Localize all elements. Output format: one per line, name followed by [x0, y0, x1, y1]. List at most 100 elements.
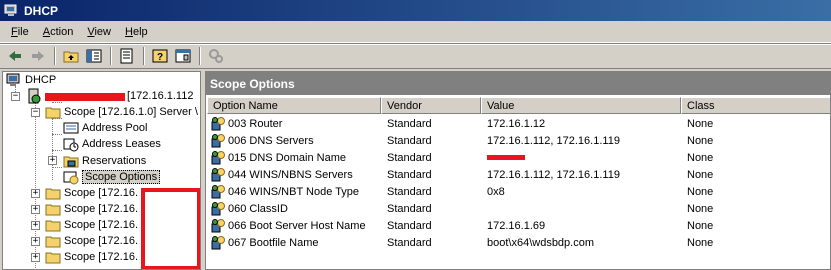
tree-item-label: Scope [172.16.1.0] Server \ [64, 106, 198, 118]
menu-mnemonic: A [42, 25, 51, 38]
folder-icon [45, 204, 61, 216]
cell-class: None [687, 185, 714, 198]
menu-help[interactable]: Help [118, 26, 155, 38]
svg-text:?: ? [157, 52, 163, 63]
column-header-class[interactable]: Class [681, 97, 830, 114]
cell-vendor: Standard [387, 236, 432, 249]
expand-toggle[interactable]: + [31, 237, 40, 246]
tree-item-scope-options[interactable]: Scope Options [63, 169, 161, 185]
toolbar-separator [199, 47, 201, 65]
tree-item-scope[interactable]: Scope [172.16. [45, 185, 138, 201]
collapse-toggle[interactable]: − [11, 92, 20, 101]
export-list-icon[interactable] [116, 45, 138, 67]
tree-item-label: Address Leases [82, 138, 161, 150]
table-row[interactable]: 046 WINS/NBT Node Type Standard 0x8 None [206, 183, 830, 200]
toolbar-separator [143, 47, 145, 65]
tree-line [52, 134, 62, 135]
option-icon [211, 201, 225, 215]
help-icon[interactable]: ? [149, 45, 171, 67]
table-row[interactable]: 006 DNS Servers Standard 172.16.1.112, 172… [206, 132, 830, 149]
table-row[interactable]: 044 WINS/NBNS Servers Standard 172.16.1.11… [206, 166, 830, 183]
menu-action[interactable]: Action [36, 26, 81, 38]
option-name-text: 006 DNS Servers [228, 134, 314, 147]
cell-option-name: 003 Router [210, 115, 282, 132]
menu-mnemonic: F [11, 25, 18, 38]
show-hide-tree-icon[interactable] [83, 45, 105, 67]
expand-toggle[interactable]: + [48, 156, 57, 165]
cell-value: 172.16.1.69 [487, 219, 546, 232]
server-action-icon[interactable] [205, 45, 227, 67]
tree-item-scope[interactable]: Scope [172.16. [45, 201, 138, 217]
cell-vendor: Standard [387, 202, 432, 215]
forward-arrow-icon[interactable] [27, 45, 49, 67]
cell-class: None [687, 151, 714, 164]
tree-item-address-leases[interactable]: Address Leases [63, 136, 161, 152]
folder-icon [45, 107, 61, 119]
tree-item-reservations[interactable]: Reservations [63, 153, 146, 169]
redacted-value [487, 155, 525, 160]
option-icon [211, 184, 225, 198]
menu-label-rest: ile [17, 25, 29, 38]
cell-class: None [687, 219, 714, 232]
table-row[interactable]: 003 Router Standard 172.16.1.12 None [206, 115, 830, 132]
option-name-text: 044 WINS/NBNS Servers [228, 168, 353, 181]
option-icon [211, 116, 225, 130]
option-icon [211, 167, 225, 181]
folder-icon [45, 220, 61, 232]
table-row[interactable]: 066 Boot Server Host Name Standard 172.16.… [206, 217, 830, 234]
folder-icon [45, 236, 61, 248]
tree-line [52, 118, 53, 180]
menu-file[interactable]: File [4, 26, 36, 38]
details-pane-title: Scope Options [206, 72, 830, 95]
option-icon [211, 150, 225, 164]
dhcp-root-icon [6, 73, 20, 86]
menu-mnemonic: H [125, 25, 133, 38]
cell-option-name: 067 Bootfile Name [210, 234, 319, 251]
server-address-label: [172.16.1.112 [127, 90, 194, 102]
back-arrow-icon[interactable] [4, 45, 26, 67]
expand-toggle[interactable]: + [31, 221, 40, 230]
option-name-text: 060 ClassID [228, 202, 288, 215]
option-name-text: 015 DNS Domain Name [228, 151, 346, 164]
table-row[interactable]: 060 ClassID Standard None [206, 200, 830, 217]
scope-options-icon [63, 171, 79, 185]
tree-item-server[interactable]: [172.16.1.112 [26, 88, 193, 104]
redaction-box [141, 188, 200, 269]
column-header-value[interactable]: Value [481, 97, 681, 114]
tree-item-scope[interactable]: Scope [172.16. [45, 233, 138, 249]
tree-item-label: Scope [172.16. [64, 187, 139, 199]
cell-class: None [687, 236, 714, 249]
redacted-server-name [45, 93, 125, 101]
table-row[interactable]: 067 Bootfile Name Standard boot\x64\wdsbdp… [206, 234, 830, 251]
menu-label-rest: iew [94, 25, 111, 38]
properties-icon[interactable] [172, 45, 194, 67]
tree-item-dhcp[interactable]: DHCP [6, 72, 56, 88]
tree-item-label: Reservations [82, 155, 147, 167]
menu-bar: File Action View Help [0, 21, 831, 43]
menu-view[interactable]: View [80, 26, 118, 38]
cell-class: None [687, 117, 714, 130]
tree-item-scope[interactable]: Scope [172.16. [45, 217, 138, 233]
tree-line [52, 150, 62, 151]
console-tree[interactable]: DHCP − [172.16.1.112 − Scope [172.16.1.0… [2, 71, 201, 270]
cell-value: 172.16.1.12 [487, 117, 546, 130]
tree-item-scope[interactable]: Scope [172.16.1.0] Server \ [45, 104, 198, 120]
collapse-toggle[interactable]: − [31, 108, 40, 117]
expand-toggle[interactable]: + [31, 253, 40, 262]
expand-toggle[interactable]: + [31, 205, 40, 214]
option-icon [211, 133, 225, 147]
cell-vendor: Standard [387, 185, 432, 198]
table-row[interactable]: 015 DNS Domain Name Standard None [206, 149, 830, 166]
option-name-text: 046 WINS/NBT Node Type [228, 185, 360, 198]
cell-value: boot\x64\wdsbdp.com [487, 236, 595, 249]
column-header-option-name[interactable]: Option Name [207, 97, 381, 114]
expand-toggle[interactable]: + [31, 189, 40, 198]
tree-item-address-pool[interactable]: Address Pool [63, 120, 147, 136]
tree-item-label: Scope [172.16. [64, 219, 139, 231]
cell-value: 172.16.1.112, 172.16.1.119 [487, 134, 620, 147]
column-header-vendor[interactable]: Vendor [381, 97, 481, 114]
option-icon [211, 235, 225, 249]
cell-class: None [687, 134, 714, 147]
up-folder-icon[interactable] [60, 45, 82, 67]
tree-item-scope[interactable]: Scope [172.16. [45, 249, 138, 265]
